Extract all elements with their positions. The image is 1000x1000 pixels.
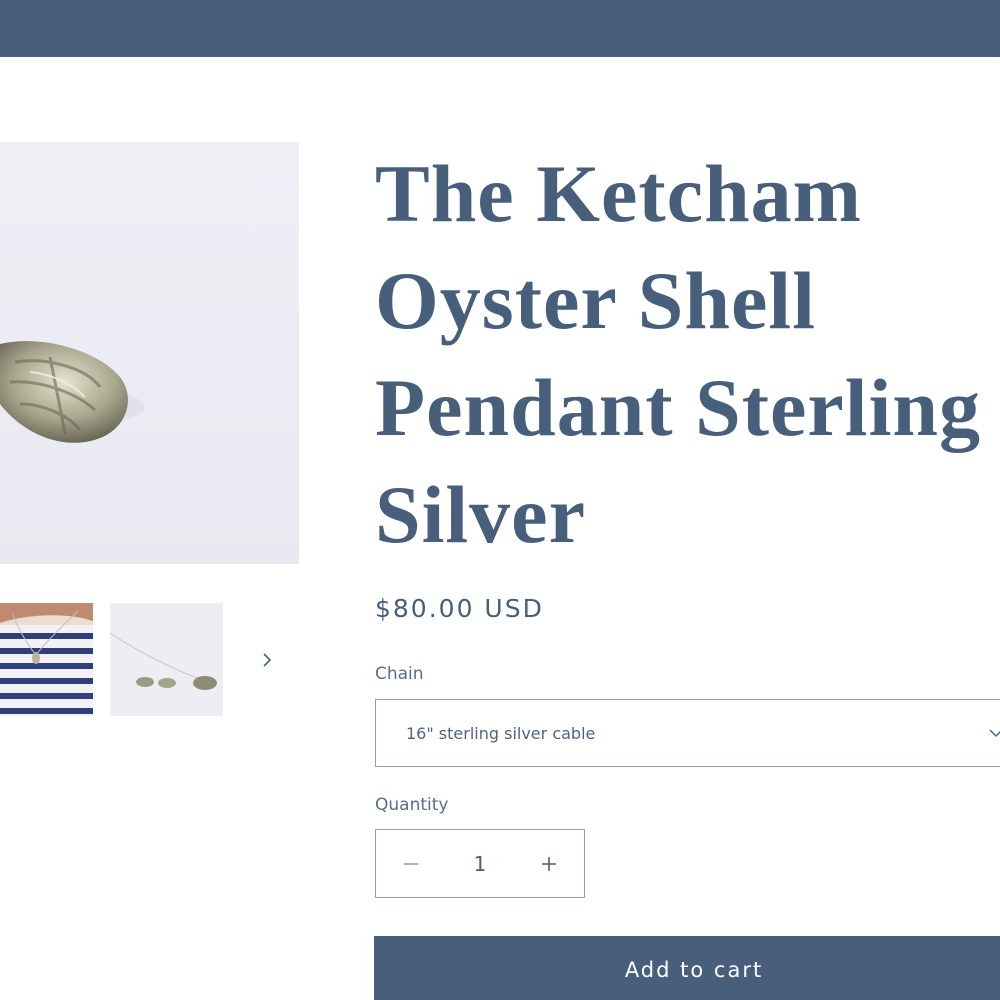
- quantity-input[interactable]: 1: [446, 852, 514, 876]
- announcement-bar: [0, 0, 1000, 57]
- chevron-down-icon: [989, 729, 1000, 737]
- minus-icon: [404, 862, 418, 865]
- decrease-quantity-button[interactable]: [376, 830, 446, 897]
- product-thumbnail[interactable]: [110, 603, 223, 716]
- product-price: $80.00 USD: [375, 594, 544, 623]
- chevron-right-icon: [263, 653, 272, 667]
- product-title: The Ketcham Oyster Shell Pendant Sterlin…: [375, 148, 981, 560]
- product-main-image[interactable]: [0, 142, 299, 564]
- product-thumbnail[interactable]: [0, 603, 93, 716]
- quantity-stepper: 1: [375, 829, 585, 898]
- chain-selected-value: 16" sterling silver cable: [406, 723, 596, 743]
- add-to-cart-button[interactable]: Add to cart: [374, 936, 1000, 1000]
- quantity-label: Quantity: [375, 795, 449, 815]
- chain-label: Chain: [375, 664, 424, 684]
- chain-select[interactable]: 16" sterling silver cable: [375, 699, 1000, 767]
- increase-quantity-button[interactable]: [514, 830, 584, 897]
- thumbnail-next-button[interactable]: [253, 646, 281, 674]
- plus-icon: [542, 856, 556, 871]
